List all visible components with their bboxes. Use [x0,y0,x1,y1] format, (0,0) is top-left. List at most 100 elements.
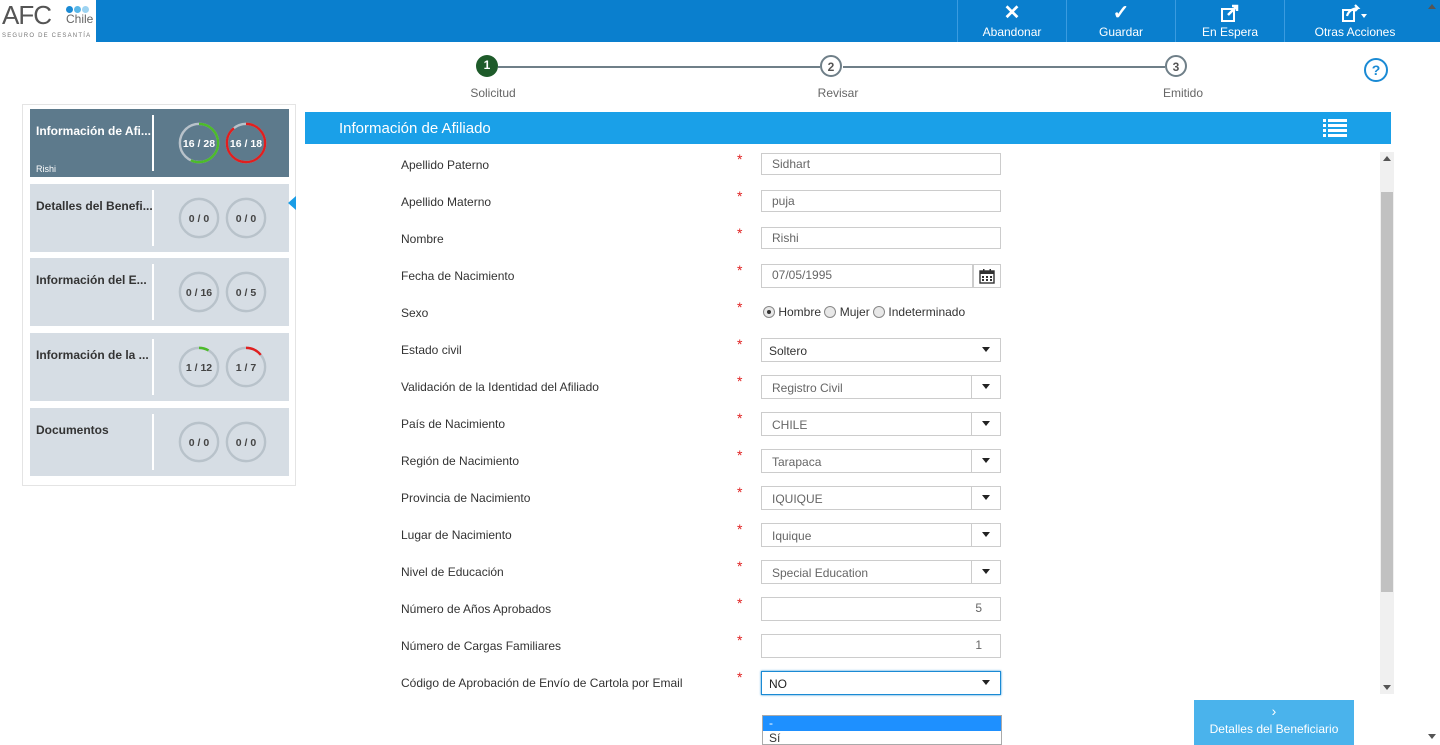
nombre-input[interactable]: Rishi [761,227,1001,249]
cartola-select[interactable]: NO [761,671,1001,695]
dropdown-button[interactable] [971,487,1000,509]
page-scrollbar[interactable] [1424,0,1440,745]
active-section-pointer [288,196,296,210]
radio-mujer[interactable] [824,306,837,318]
row-nivel-educacion: Nivel de Educación * Special Education [305,558,1375,588]
row-provincia: Provincia de Nacimiento * IQUIQUE [305,484,1375,514]
anos-aprobados-input[interactable]: 5 [761,597,1001,621]
progress-ring: 16 / 18 [225,122,267,164]
section-header: Información de Afiliado [305,112,1391,144]
step-3[interactable]: 3 [1165,55,1187,77]
nombre-label: Nombre [401,232,444,246]
help-icon[interactable]: ? [1364,58,1388,82]
step-2[interactable]: 2 [820,55,842,77]
radio-hombre[interactable] [763,306,775,318]
section-card[interactable]: Detalles del Benefi... 0 / 0 0 / 0 [30,184,289,252]
cartola-label: Código de Aprobación de Envío de Cartola… [401,676,683,690]
progress-ring-count: 0 / 5 [236,287,257,299]
section-card-title: Información de Afi... [36,124,151,138]
required-mark: * [737,447,743,463]
dropdown-button[interactable] [971,450,1000,472]
section-navigator: Información de Afi... Rishi 16 / 28 16 / 18… [22,104,296,486]
dropdown-button[interactable] [971,561,1000,583]
dropdown-button[interactable] [971,413,1000,435]
step-connector-1 [498,66,820,68]
progress-ring-count: 0 / 16 [186,287,212,299]
chevron-down-icon [982,532,990,537]
pais-label: País de Nacimiento [401,417,506,431]
close-icon: ✕ [1003,2,1021,24]
page-scroll-down-icon[interactable] [1428,734,1436,739]
nivel-educacion-select[interactable]: Special Education [761,560,1001,584]
section-card[interactable]: Información de la ... 1 / 12 1 / 7 [30,333,289,401]
progress-ring: 0 / 0 [178,197,220,239]
chevron-down-icon [982,495,990,500]
abandon-button[interactable]: ✕ Abandonar [957,0,1066,42]
chevron-down-icon [982,384,990,389]
row-pais: País de Nacimiento * CHILE [305,410,1375,440]
chevron-down-icon [982,569,990,574]
abandon-label: Abandonar [982,25,1042,39]
divider [152,264,154,320]
divider [152,115,154,171]
progress-ring: 0 / 0 [225,421,267,463]
section-card[interactable]: Información del E... 0 / 16 0 / 5 [30,258,289,326]
calendar-button[interactable] [973,264,1001,288]
other-actions-button[interactable]: Otras Acciones [1284,0,1425,42]
divider [152,190,154,246]
top-toolbar: AFC Chile SEGURO DE CESANTÍA ✕ Abandonar… [0,0,1440,42]
row-cargas: Número de Cargas Familiares * 1 [305,632,1375,662]
dropdown-option[interactable]: - [763,716,1001,731]
cargas-input[interactable]: 1 [761,634,1001,658]
scroll-up-icon[interactable] [1383,156,1391,161]
validacion-select[interactable]: Registro Civil [761,375,1001,399]
on-hold-button[interactable]: En Espera [1175,0,1284,42]
section-card[interactable]: Información de Afi... Rishi 16 / 28 16 / 18 [30,109,289,177]
progress-ring: 1 / 12 [178,346,220,388]
apellido-materno-label: Apellido Materno [401,195,492,209]
chevron-down-icon [982,347,990,352]
progress-ring-count: 0 / 0 [189,437,210,449]
row-nombre: Nombre * Rishi [305,225,1375,255]
sexo-label: Sexo [401,306,429,320]
list-view-icon[interactable] [1323,119,1347,140]
dropdown-button[interactable] [971,524,1000,546]
section-card-title: Detalles del Benefi... [36,199,153,213]
estado-civil-value: Soltero [769,344,808,358]
step-1[interactable]: 1 [476,55,498,77]
calendar-icon [979,269,995,284]
section-card-subtitle: Rishi [36,164,57,174]
pais-select[interactable]: CHILE [761,412,1001,436]
save-button[interactable]: ✓ Guardar [1066,0,1175,42]
dropdown-button[interactable] [971,376,1000,398]
next-section-button[interactable]: › Detalles del Beneficiario [1194,700,1354,745]
radio-indeterminado[interactable] [873,306,886,318]
divider [152,414,154,470]
section-card-title: Documentos [36,423,109,437]
estado-civil-select[interactable]: Soltero [761,338,1001,362]
step-3-label: Emitido [1162,86,1203,100]
row-fecha-nacimiento: Fecha de Nacimiento * 07/05/1995 [305,262,1375,292]
fecha-nacimiento-input[interactable]: 07/05/1995 [761,264,973,288]
save-label: Guardar [1098,25,1144,39]
page-scroll-up-icon[interactable] [1428,4,1436,9]
next-section-label: Detalles del Beneficiario [1209,722,1339,736]
form-scrollbar[interactable] [1380,152,1394,694]
afiliado-form: Apellido Paterno * Sidhart Apellido Mate… [305,144,1395,704]
step-2-label: Revisar [817,86,859,100]
lugar-select[interactable]: Iquique [761,523,1001,547]
required-mark: * [737,632,743,648]
provincia-select[interactable]: IQUIQUE [761,486,1001,510]
required-mark: * [737,484,743,500]
dropdown-option[interactable]: Sí [763,731,1001,744]
region-select[interactable]: Tarapaca [761,449,1001,473]
required-mark: * [737,410,743,426]
cartola-value: NO [769,677,787,691]
apellido-paterno-input[interactable]: Sidhart [761,153,1001,175]
section-card[interactable]: Documentos 0 / 0 0 / 0 [30,408,289,476]
apellido-materno-input[interactable]: puja [761,190,1001,212]
progress-ring-count: 1 / 7 [236,362,257,374]
scroll-down-icon[interactable] [1383,685,1391,690]
estado-civil-label: Estado civil [401,343,462,357]
scroll-thumb[interactable] [1381,192,1393,592]
